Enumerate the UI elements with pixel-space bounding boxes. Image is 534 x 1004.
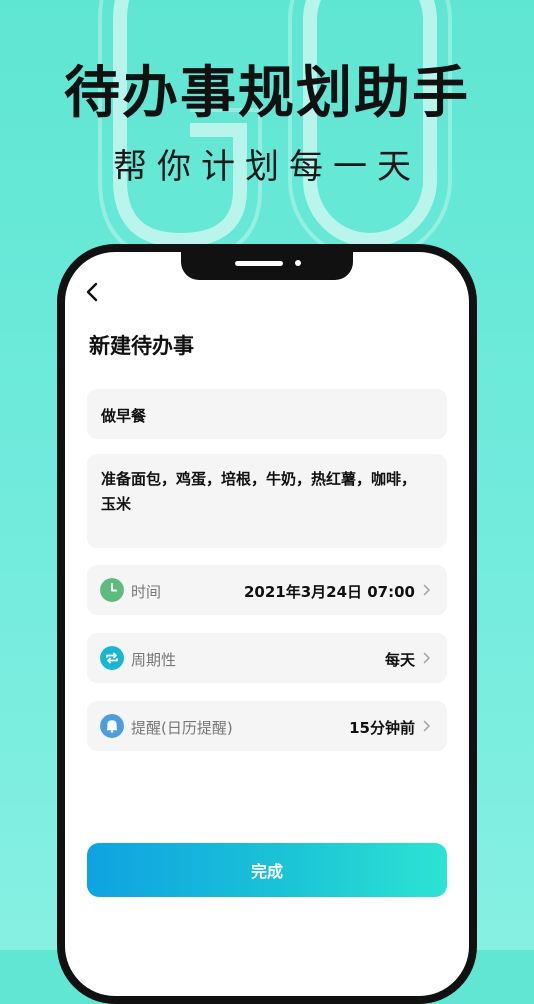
task-title-value: 做早餐 (101, 407, 147, 425)
reminder-row[interactable]: 提醒(日历提醒) 15分钟前 (87, 701, 447, 751)
page-title: 新建待办事 (89, 334, 194, 358)
task-description-input[interactable]: 准备面包，鸡蛋，培根，牛奶，热红薯，咖啡，玉米 (87, 454, 447, 548)
time-row[interactable]: 时间 2021年3月24日 07:00 (87, 565, 447, 615)
chevron-right-icon (423, 584, 430, 596)
chevron-right-icon (423, 720, 430, 732)
repeat-row[interactable]: 周期性 每天 (87, 633, 447, 683)
hero-subtitle: 帮你计划每一天 (113, 147, 421, 187)
bell-icon (100, 714, 124, 738)
task-description-value: 准备面包，鸡蛋，培根，牛奶，热红薯，咖啡，玉米 (101, 470, 417, 513)
clock-icon (100, 578, 124, 602)
done-button[interactable]: 完成 (87, 843, 447, 897)
speaker-icon (235, 261, 283, 266)
hero-title: 待办事规划助手 (64, 61, 470, 126)
repeat-label: 周期性 (131, 651, 177, 669)
phone-notch (181, 252, 353, 280)
back-arrow-icon[interactable] (79, 278, 107, 306)
reminder-label: 提醒(日历提醒) (131, 719, 233, 737)
time-value: 2021年3月24日 07:00 (243, 583, 415, 601)
background-go-decoration (98, 0, 452, 260)
app-screen: 新建待办事 做早餐 准备面包，鸡蛋，培根，牛奶，热红薯，咖啡，玉米 时间 202… (65, 252, 469, 996)
time-label: 时间 (131, 583, 162, 601)
camera-icon (295, 260, 301, 266)
repeat-value: 每天 (384, 651, 415, 669)
task-title-input[interactable]: 做早餐 (87, 389, 447, 439)
phone-frame: 新建待办事 做早餐 准备面包，鸡蛋，培根，牛奶，热红薯，咖啡，玉米 时间 202… (57, 244, 477, 1004)
repeat-icon (100, 646, 124, 670)
reminder-value: 15分钟前 (349, 719, 415, 737)
chevron-right-icon (423, 652, 430, 664)
